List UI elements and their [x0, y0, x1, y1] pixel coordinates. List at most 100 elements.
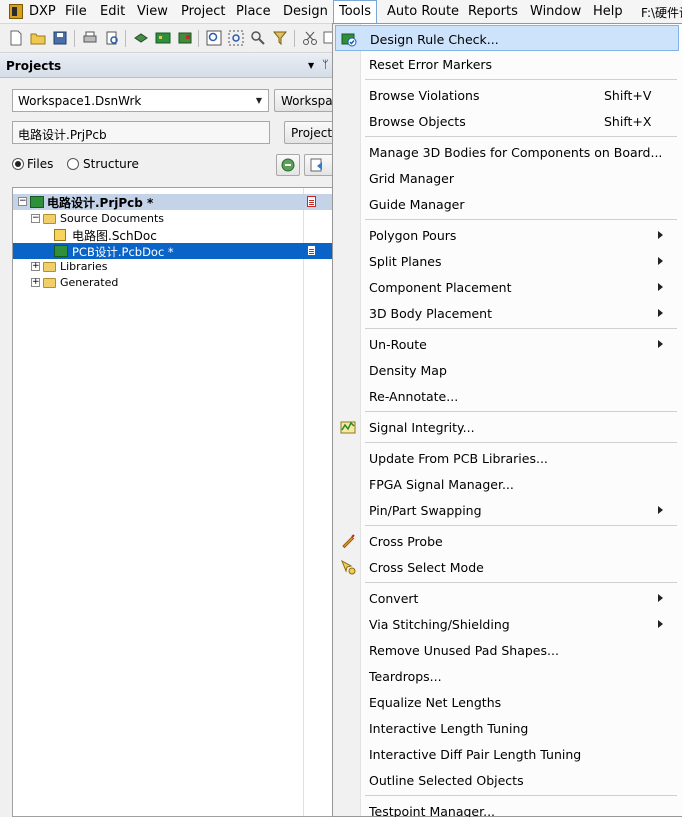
- collapse-icon[interactable]: −: [18, 197, 27, 206]
- menu-dxp[interactable]: DXP: [29, 4, 56, 19]
- menu-auto-route[interactable]: Auto Route: [387, 4, 459, 19]
- menu-project[interactable]: Project: [181, 4, 225, 19]
- menu-item-outline-selected-objects[interactable]: Outline Selected Objects: [335, 767, 679, 793]
- menu-item-update-from-pcb-libraries[interactable]: Update From PCB Libraries...: [335, 445, 679, 471]
- menu-item-component-placement[interactable]: Component Placement: [335, 274, 679, 300]
- menu-item-label: Cross Select Mode: [369, 560, 484, 575]
- pcb-layer-icon[interactable]: [155, 30, 171, 46]
- menu-item-manage-3d-bodies[interactable]: Manage 3D Bodies for Components on Board…: [335, 139, 679, 165]
- menu-file[interactable]: File: [65, 4, 87, 19]
- submenu-arrow-icon: [658, 309, 663, 317]
- menu-item-shortcut: Shift+X: [604, 114, 652, 129]
- menu-item-re-annotate[interactable]: Re-Annotate...: [335, 383, 679, 409]
- panel-title: Projects: [6, 59, 62, 73]
- menu-item-interactive-diff-pair-length-tuning[interactable]: Interactive Diff Pair Length Tuning: [335, 741, 679, 767]
- menu-edit[interactable]: Edit: [100, 4, 125, 19]
- menu-design[interactable]: Design: [283, 4, 328, 19]
- menu-item-label: Grid Manager: [369, 171, 454, 186]
- menu-view[interactable]: View: [137, 4, 168, 19]
- menu-help[interactable]: Help: [593, 4, 623, 19]
- menu-item-label: FPGA Signal Manager...: [369, 477, 514, 492]
- expand-icon[interactable]: +: [31, 278, 40, 287]
- open-folder-icon[interactable]: [30, 30, 46, 46]
- compile-project-button[interactable]: [304, 154, 334, 176]
- submenu-arrow-icon: [658, 283, 663, 291]
- menu-item-remove-unused-pad-shapes[interactable]: Remove Unused Pad Shapes...: [335, 637, 679, 663]
- menu-item-browse-violations[interactable]: Browse Violations Shift+V: [335, 82, 679, 108]
- tree-item-pcbdoc[interactable]: PCB设计.PcbDoc *: [13, 243, 333, 259]
- submenu-arrow-icon: [658, 620, 663, 628]
- zoom-area-icon[interactable]: [206, 30, 222, 46]
- submenu-arrow-icon: [658, 506, 663, 514]
- menu-item-polygon-pours[interactable]: Polygon Pours: [335, 222, 679, 248]
- board-3d-icon[interactable]: [133, 30, 149, 46]
- menu-item-label: Interactive Diff Pair Length Tuning: [369, 747, 582, 762]
- expand-icon[interactable]: +: [31, 262, 40, 271]
- menu-place[interactable]: Place: [236, 4, 271, 19]
- save-icon[interactable]: [52, 30, 68, 46]
- collapse-icon[interactable]: −: [31, 214, 40, 223]
- menu-item-interactive-length-tuning[interactable]: Interactive Length Tuning: [335, 715, 679, 741]
- menu-item-grid-manager[interactable]: Grid Manager: [335, 165, 679, 191]
- workspace-select[interactable]: Workspace1.DsnWrk ▼: [12, 89, 269, 112]
- menu-window[interactable]: Window: [530, 4, 581, 19]
- tree-item-project[interactable]: − 电路设计.PrjPcb *: [13, 194, 333, 210]
- panel-dropdown-icon[interactable]: ▼: [308, 61, 314, 70]
- menu-item-cross-probe[interactable]: Cross Probe: [335, 528, 679, 554]
- component-icon[interactable]: [177, 30, 193, 46]
- menu-item-un-route[interactable]: Un-Route: [335, 331, 679, 357]
- menu-item-guide-manager[interactable]: Guide Manager: [335, 191, 679, 217]
- new-file-icon[interactable]: [8, 30, 24, 46]
- menu-reports[interactable]: Reports: [468, 4, 518, 19]
- menu-item-label: Browse Violations: [369, 88, 480, 103]
- menu-item-convert[interactable]: Convert: [335, 585, 679, 611]
- submenu-arrow-icon: [658, 594, 663, 602]
- tree-item-source-documents[interactable]: − Source Documents: [13, 211, 333, 227]
- files-radio[interactable]: [12, 158, 24, 170]
- menu-bar: DXP File Edit View Project Place Design …: [0, 0, 682, 24]
- dxp-logo-icon[interactable]: [9, 4, 23, 19]
- menu-item-teardrops[interactable]: Teardrops...: [335, 663, 679, 689]
- menu-item-label: Split Planes: [369, 254, 442, 269]
- menu-item-label: Pin/Part Swapping: [369, 503, 482, 518]
- tree-item-generated[interactable]: + Generated: [13, 275, 333, 291]
- tree-item-libraries[interactable]: + Libraries: [13, 259, 333, 275]
- chevron-down-icon[interactable]: ▼: [250, 90, 268, 111]
- project-sync-icon: [281, 158, 295, 172]
- menu-item-via-stitching-shielding[interactable]: Via Stitching/Shielding: [335, 611, 679, 637]
- filter-icon[interactable]: [272, 30, 288, 46]
- cut-icon[interactable]: [302, 30, 318, 46]
- menu-tools[interactable]: Tools: [333, 0, 378, 24]
- zoom-selected-icon[interactable]: [228, 30, 244, 46]
- panel-pin-icon[interactable]: ᛘ: [322, 58, 329, 71]
- menu-item-signal-integrity[interactable]: Signal Integrity...: [335, 414, 679, 440]
- signal-integrity-icon: [340, 421, 356, 434]
- menu-item-label: Signal Integrity...: [369, 420, 475, 435]
- menu-item-cross-select-mode[interactable]: Cross Select Mode: [335, 554, 679, 580]
- submenu-arrow-icon: [658, 340, 663, 348]
- menu-item-design-rule-check[interactable]: Design Rule Check...: [335, 25, 679, 51]
- menu-item-3d-body-placement[interactable]: 3D Body Placement: [335, 300, 679, 326]
- print-icon[interactable]: [82, 30, 98, 46]
- menu-item-reset-error-markers[interactable]: Reset Error Markers: [335, 51, 679, 77]
- menu-item-split-planes[interactable]: Split Planes: [335, 248, 679, 274]
- zoom-filter-icon[interactable]: [250, 30, 266, 46]
- menu-item-label: 3D Body Placement: [369, 306, 493, 321]
- menu-item-fpga-signal-manager[interactable]: FPGA Signal Manager...: [335, 471, 679, 497]
- menu-item-testpoint-manager[interactable]: Testpoint Manager...: [335, 798, 679, 817]
- structure-radio[interactable]: [67, 158, 79, 170]
- project-field-value: 电路设计.PrjPcb: [18, 128, 107, 142]
- modified-document-icon: [307, 196, 316, 207]
- refresh-project-button[interactable]: [276, 154, 300, 176]
- workspace-button[interactable]: Workspace: [274, 89, 336, 112]
- menu-item-shortcut: Shift+V: [604, 88, 652, 103]
- print-preview-icon[interactable]: [104, 30, 120, 46]
- menu-item-browse-objects[interactable]: Browse Objects Shift+X: [335, 108, 679, 134]
- drc-icon: [341, 33, 357, 47]
- tree-item-schdoc[interactable]: 电路图.SchDoc: [13, 227, 333, 243]
- project-button[interactable]: Project: [284, 121, 336, 144]
- document-path: F:\硬件设: [641, 6, 682, 20]
- menu-item-equalize-net-lengths[interactable]: Equalize Net Lengths: [335, 689, 679, 715]
- menu-item-pin-part-swapping[interactable]: Pin/Part Swapping: [335, 497, 679, 523]
- menu-item-density-map[interactable]: Density Map: [335, 357, 679, 383]
